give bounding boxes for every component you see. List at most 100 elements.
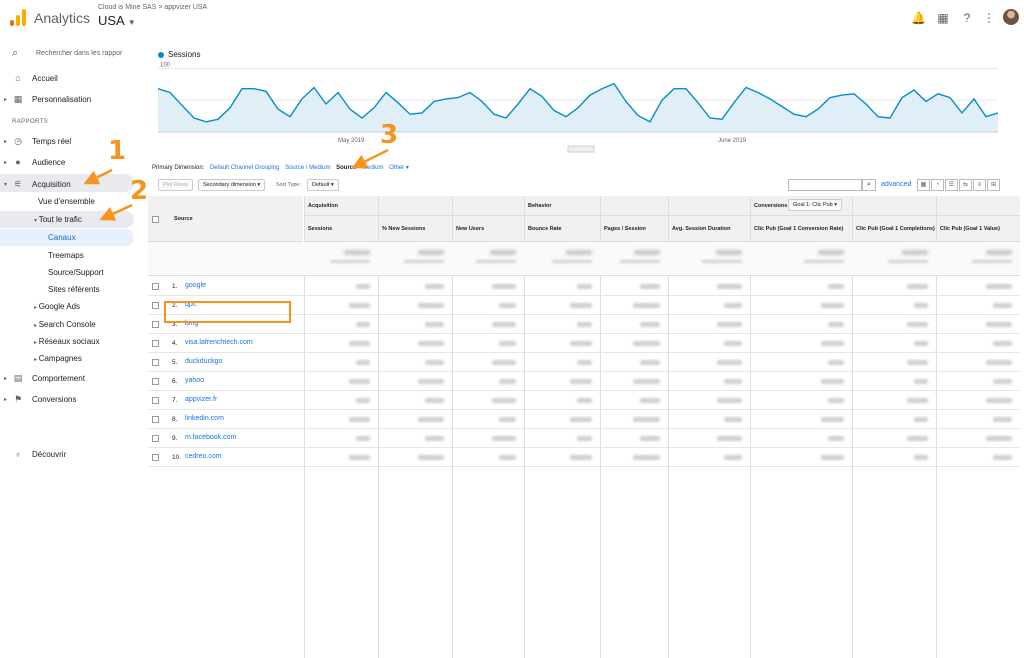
sidebar-item-decouvrir[interactable]: ♁ Découvrir bbox=[0, 448, 140, 462]
annotation-number-2: 2 bbox=[130, 176, 149, 206]
row-checkbox[interactable] bbox=[152, 302, 159, 309]
more-vert-icon[interactable]: ⋮ bbox=[982, 11, 996, 25]
comparison-view-icon[interactable]: ⇆ bbox=[959, 179, 972, 191]
analytics-logo-icon[interactable] bbox=[10, 8, 28, 26]
blurred-cell bbox=[499, 341, 516, 346]
dimension-source-medium[interactable]: Source / Medium bbox=[285, 165, 330, 171]
pie-view-icon[interactable]: ◔ bbox=[931, 179, 944, 191]
table-row[interactable]: 7. appvizer.fr bbox=[148, 391, 1020, 410]
notifications-bell-icon[interactable]: 🔔 bbox=[911, 11, 926, 25]
avatar[interactable] bbox=[1003, 9, 1019, 25]
sidebar-search-input[interactable]: Rechercher dans les rappor bbox=[36, 50, 122, 57]
sort-type-select[interactable]: Default ▾ bbox=[307, 179, 339, 191]
column-header[interactable]: Avg. Session Duration bbox=[668, 216, 750, 242]
source-link[interactable]: linkedin.com bbox=[185, 415, 224, 422]
sidebar-item-personnalisation[interactable]: ▸ ▦ Personnalisation bbox=[0, 93, 140, 107]
blurred-cell bbox=[724, 341, 742, 346]
column-header[interactable]: Bounce Rate bbox=[524, 216, 600, 242]
source-link[interactable]: visa.lafrenchtech.com bbox=[185, 339, 253, 346]
sessions-line-chart[interactable]: 10050May 2019June 2019 bbox=[148, 58, 1008, 158]
blurred-cell bbox=[828, 360, 844, 365]
blurred-cell bbox=[499, 303, 516, 308]
blurred-cell bbox=[821, 379, 844, 384]
column-header[interactable]: New Users bbox=[452, 216, 524, 242]
table-row[interactable]: 8. linkedin.com bbox=[148, 410, 1020, 429]
sidebar-item-sites-referents[interactable]: Sites référents bbox=[48, 285, 100, 294]
column-header[interactable]: Sessions bbox=[304, 216, 378, 242]
source-column-header[interactable]: Source bbox=[174, 216, 193, 222]
blurred-cell bbox=[914, 379, 928, 384]
sidebar-item-search-console[interactable]: ▸ Search Console bbox=[34, 320, 96, 329]
search-icon[interactable]: ⌕ bbox=[862, 179, 876, 191]
source-link[interactable]: duckduckgo bbox=[185, 358, 222, 365]
table-row[interactable]: 5. duckduckgo bbox=[148, 353, 1020, 372]
source-link[interactable]: google bbox=[185, 282, 206, 289]
sidebar-item-tout-le-trafic[interactable]: ▾ Tout le trafic bbox=[34, 215, 82, 224]
row-checkbox[interactable] bbox=[152, 283, 159, 290]
source-link[interactable]: m.facebook.com bbox=[185, 434, 236, 441]
performance-view-icon[interactable]: ☰ bbox=[945, 179, 958, 191]
column-header[interactable]: Clic Pub (Goal 1 Value) bbox=[936, 216, 1020, 242]
sidebar-item-acquisition[interactable]: ▾ ⚟ Acquisition bbox=[0, 178, 140, 192]
behavior-group-label: Behavior bbox=[528, 203, 552, 209]
term-cloud-view-icon[interactable]: ≡ bbox=[973, 179, 986, 191]
dimension-source[interactable]: Source bbox=[336, 165, 356, 171]
sidebar-item-campagnes[interactable]: ▸ Campagnes bbox=[34, 354, 82, 363]
table-row[interactable]: 4. visa.lafrenchtech.com bbox=[148, 334, 1020, 353]
sidebar-search[interactable]: ⌕ Rechercher dans les rappor bbox=[0, 42, 140, 66]
goal-selector[interactable]: Goal 1: Clic Pub ▾ bbox=[788, 199, 843, 211]
advanced-filter-link[interactable]: advanced bbox=[881, 181, 911, 188]
row-checkbox[interactable] bbox=[152, 454, 159, 461]
dimension-other-label: Other bbox=[389, 165, 405, 171]
column-header[interactable]: Clic Pub (Goal 1 Completions) bbox=[852, 216, 936, 242]
sidebar-item-conversions[interactable]: ▸ ⚑ Conversions bbox=[0, 393, 140, 407]
help-icon[interactable]: ? bbox=[960, 11, 974, 25]
blurred-cell bbox=[570, 417, 592, 422]
dimension-default-channel-grouping[interactable]: Default Channel Grouping bbox=[210, 165, 279, 171]
sidebar-item-canaux[interactable]: Canaux bbox=[48, 233, 76, 242]
column-header-label: Clic Pub (Goal 1 Conversion Rate) bbox=[754, 226, 844, 232]
apps-grid-icon[interactable]: ▦ bbox=[936, 11, 950, 25]
blurred-cell bbox=[349, 341, 370, 346]
sidebar-item-reseaux-sociaux[interactable]: ▸ Réseaux sociaux bbox=[34, 337, 100, 346]
table-row[interactable]: 1. google bbox=[148, 277, 1020, 296]
table-row[interactable]: 6. yahoo bbox=[148, 372, 1020, 391]
table-filter-input[interactable] bbox=[788, 179, 862, 191]
source-link[interactable]: appvizer.fr bbox=[185, 396, 217, 403]
blurred-cell bbox=[418, 341, 444, 346]
account-breadcrumb[interactable]: Cloud is Mine SAS > appvizer USA bbox=[98, 4, 207, 11]
source-link[interactable]: cedreo.com bbox=[185, 453, 222, 460]
source-link[interactable]: yahoo bbox=[185, 377, 204, 384]
row-checkbox[interactable] bbox=[152, 378, 159, 385]
dimension-other[interactable]: Other ▾ bbox=[389, 165, 409, 171]
sidebar-item-source-support[interactable]: Source/Support bbox=[48, 268, 104, 277]
blurred-cell bbox=[717, 284, 742, 289]
sidebar-item-treemaps[interactable]: Treemaps bbox=[48, 251, 84, 260]
table-view-icon[interactable]: ▦ bbox=[917, 179, 930, 191]
row-checkbox[interactable] bbox=[152, 416, 159, 423]
row-checkbox[interactable] bbox=[152, 321, 159, 328]
dimension-medium[interactable]: Medium bbox=[362, 165, 383, 171]
select-all-checkbox[interactable] bbox=[152, 216, 159, 223]
sidebar-item-label: Google Ads bbox=[38, 302, 81, 311]
column-header[interactable]: Pages / Session bbox=[600, 216, 668, 242]
row-checkbox[interactable] bbox=[152, 397, 159, 404]
sidebar-item-label: Audience bbox=[32, 158, 66, 167]
column-header[interactable]: % New Sessions bbox=[378, 216, 452, 242]
row-checkbox[interactable] bbox=[152, 435, 159, 442]
row-checkbox[interactable] bbox=[152, 340, 159, 347]
row-checkbox[interactable] bbox=[152, 359, 159, 366]
table-row[interactable]: 10. cedreo.com bbox=[148, 448, 1020, 467]
blurred-cell bbox=[993, 303, 1012, 308]
column-header[interactable]: Clic Pub (Goal 1 Conversion Rate) bbox=[750, 216, 852, 242]
plot-rows-button[interactable]: Plot Rows bbox=[158, 179, 193, 191]
table-row[interactable]: 9. m.facebook.com bbox=[148, 429, 1020, 448]
blurred-cell bbox=[633, 455, 660, 460]
sidebar-item-accueil[interactable]: ⌂ Accueil bbox=[0, 72, 140, 86]
pivot-view-icon[interactable]: ⊞ bbox=[987, 179, 1000, 191]
sidebar-item-vue-ensemble[interactable]: Vue d'ensemble bbox=[38, 197, 95, 206]
sidebar-item-comportement[interactable]: ▸ ▤ Comportement bbox=[0, 372, 140, 386]
secondary-dimension-select[interactable]: Secondary dimension ▾ bbox=[198, 179, 266, 191]
view-selector[interactable]: USA ▼ bbox=[98, 13, 136, 28]
sidebar-item-google-ads[interactable]: ▸ Google Ads bbox=[34, 302, 80, 311]
